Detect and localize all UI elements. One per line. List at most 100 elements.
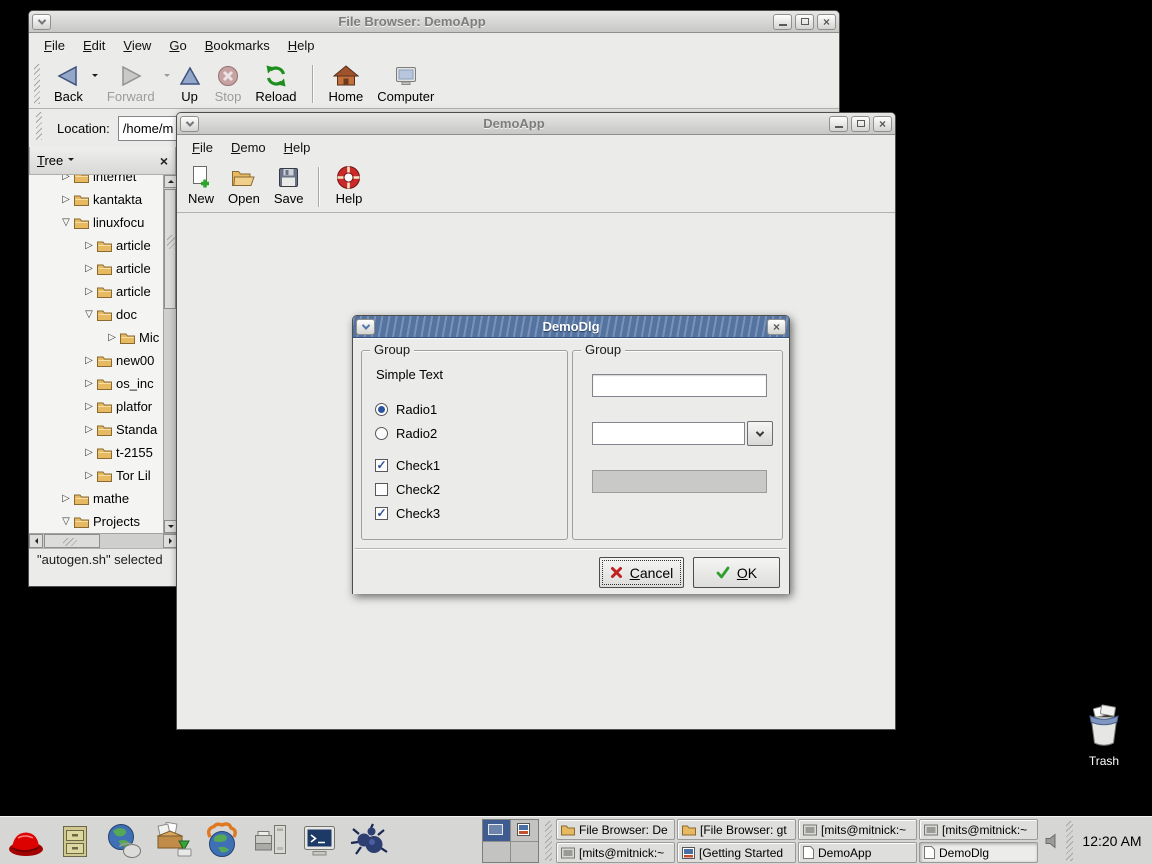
tree-expander-closed-icon[interactable]: ▷ xyxy=(82,263,96,274)
menu-demo[interactable]: Demo xyxy=(222,137,275,158)
close-button[interactable]: × xyxy=(873,116,892,132)
file-browser-titlebar[interactable]: File Browser: DemoApp × xyxy=(29,11,839,33)
launcher-web-browser-icon[interactable] xyxy=(104,821,144,861)
task-button-file-browser-de[interactable]: File Browser: De xyxy=(556,819,675,840)
menu-edit[interactable]: Edit xyxy=(74,35,114,56)
tree-expander-closed-icon[interactable]: ▷ xyxy=(82,447,96,458)
tree-item-standa[interactable]: ▷Standa xyxy=(29,418,164,441)
close-button[interactable]: × xyxy=(817,14,836,30)
toolbar-home-button[interactable]: Home xyxy=(322,61,371,105)
toolbar-new-button[interactable]: New xyxy=(181,163,221,207)
trash-desktop-icon[interactable]: Trash xyxy=(1078,704,1130,768)
tree-item-new00[interactable]: ▷new00 xyxy=(29,349,164,372)
window-menu-button[interactable] xyxy=(180,116,199,132)
desktop[interactable]: File Browser: DemoApp × FileEditViewGoBo… xyxy=(0,0,1152,864)
toolbar-up-button[interactable]: Up xyxy=(172,61,208,105)
close-button[interactable]: × xyxy=(767,319,786,335)
scroll-up-button[interactable] xyxy=(164,175,176,188)
workspace-1[interactable] xyxy=(483,820,510,841)
demoapp-titlebar[interactable]: DemoApp × xyxy=(177,113,895,135)
tree-expander-closed-icon[interactable]: ▷ xyxy=(59,194,73,205)
toolbar-drag-handle[interactable] xyxy=(34,64,40,104)
task-button--file-browser-gt[interactable]: [File Browser: gt xyxy=(677,819,796,840)
tree-item-projects[interactable]: ▽Projects xyxy=(29,510,164,533)
launcher-terminal-icon[interactable] xyxy=(300,821,340,861)
combo-entry[interactable] xyxy=(592,422,745,445)
checkbox-check2[interactable]: Check2 xyxy=(375,477,440,501)
tree-vertical-scrollbar[interactable] xyxy=(163,175,176,533)
side-pane-selector[interactable]: Tree xyxy=(37,153,63,168)
tree-item-platfor[interactable]: ▷platfor xyxy=(29,395,164,418)
tree-item-article[interactable]: ▷article xyxy=(29,234,164,257)
tree-expander-closed-icon[interactable]: ▷ xyxy=(82,286,96,297)
tree-item-tor lil[interactable]: ▷Tor Lil xyxy=(29,464,164,487)
tree-expander-open-icon[interactable]: ▽ xyxy=(59,516,73,527)
tree-expander-closed-icon[interactable]: ▷ xyxy=(105,332,119,343)
tree-item-article[interactable]: ▷article xyxy=(29,280,164,303)
tree-expander-closed-icon[interactable]: ▷ xyxy=(82,401,96,412)
side-pane-selector-arrow-icon[interactable] xyxy=(68,158,74,164)
window-menu-button[interactable] xyxy=(32,14,51,30)
menu-help[interactable]: Help xyxy=(279,35,324,56)
tree-item-os_inc[interactable]: ▷os_inc xyxy=(29,372,164,395)
cancel-button[interactable]: Cancel xyxy=(599,557,684,588)
scroll-right-button[interactable] xyxy=(163,534,177,548)
task-button--mits-mitnick-[interactable]: [mits@mitnick:~ xyxy=(556,842,675,863)
panel-drag-handle[interactable] xyxy=(545,821,552,861)
workspace-3[interactable] xyxy=(483,842,510,863)
tree-expander-open-icon[interactable]: ▽ xyxy=(59,217,73,228)
tree-expander-open-icon[interactable]: ▽ xyxy=(82,309,96,320)
tree-expander-closed-icon[interactable]: ▷ xyxy=(82,240,96,251)
tree-expander-closed-icon[interactable]: ▷ xyxy=(82,424,96,435)
tree-expander-closed-icon[interactable]: ▷ xyxy=(59,175,73,182)
toolbar-open-button[interactable]: Open xyxy=(221,163,267,207)
menu-view[interactable]: View xyxy=(114,35,160,56)
location-bar-drag-handle[interactable] xyxy=(36,112,42,140)
combo-dropdown-button[interactable] xyxy=(747,421,773,446)
workspace-2[interactable] xyxy=(511,820,538,841)
toolbar-save-button[interactable]: Save xyxy=(267,163,311,207)
tree-expander-closed-icon[interactable]: ▷ xyxy=(82,378,96,389)
tree-item-t-2155[interactable]: ▷t-2155 xyxy=(29,441,164,464)
checkbox-check3[interactable]: ✓Check3 xyxy=(375,501,440,525)
launcher-mozilla-browser-icon[interactable] xyxy=(202,821,242,861)
menu-bookmarks[interactable]: Bookmarks xyxy=(196,35,279,56)
menu-file[interactable]: File xyxy=(35,35,74,56)
workspace-4[interactable] xyxy=(511,842,538,863)
toolbar-back-button[interactable]: Back xyxy=(47,61,90,105)
tree-item-doc[interactable]: ▽doc xyxy=(29,303,164,326)
toolbar-reload-button[interactable]: Reload xyxy=(248,61,303,105)
scrollbar-thumb[interactable] xyxy=(164,189,176,309)
combo-box[interactable] xyxy=(592,421,773,446)
tree-item-kantakta[interactable]: ▷kantakta xyxy=(29,188,164,211)
volume-icon[interactable] xyxy=(1044,833,1061,854)
scroll-down-button[interactable] xyxy=(164,520,176,533)
launcher-package-manager-icon[interactable] xyxy=(153,821,193,861)
menu-file[interactable]: File xyxy=(183,137,222,158)
tree-item-mathe[interactable]: ▷mathe xyxy=(29,487,164,510)
checkbox-check1[interactable]: ✓Check1 xyxy=(375,453,440,477)
task-button-demoapp[interactable]: DemoApp xyxy=(798,842,917,863)
radio-radio1[interactable]: Radio1 xyxy=(375,397,437,421)
tree-horizontal-scrollbar[interactable] xyxy=(29,533,177,548)
tree-expander-closed-icon[interactable]: ▷ xyxy=(59,493,73,504)
scroll-left-button[interactable] xyxy=(29,534,43,548)
radio-radio2[interactable]: Radio2 xyxy=(375,421,437,445)
launcher-printer-config-icon[interactable] xyxy=(251,821,291,861)
launcher-red-hat-menu-icon[interactable] xyxy=(6,821,46,861)
window-menu-button[interactable] xyxy=(356,319,375,335)
toolbar-computer-button[interactable]: Computer xyxy=(370,61,441,105)
demodlg-titlebar[interactable]: DemoDlg × xyxy=(353,316,789,338)
side-pane-close-icon[interactable]: × xyxy=(160,154,168,168)
task-button-demodlg[interactable]: DemoDlg xyxy=(919,842,1038,863)
minimize-button[interactable] xyxy=(829,116,848,132)
task-button--mits-mitnick-[interactable]: [mits@mitnick:~ xyxy=(919,819,1038,840)
maximize-button[interactable] xyxy=(795,14,814,30)
tree-expander-closed-icon[interactable]: ▷ xyxy=(82,355,96,366)
tree-expander-closed-icon[interactable]: ▷ xyxy=(82,470,96,481)
tree-item-linuxfocu[interactable]: ▽linuxfocu xyxy=(29,211,164,234)
clock[interactable]: 12:20 AM xyxy=(1072,817,1152,864)
tree-item-article[interactable]: ▷article xyxy=(29,257,164,280)
text-input[interactable] xyxy=(592,374,767,397)
task-button--mits-mitnick-[interactable]: [mits@mitnick:~ xyxy=(798,819,917,840)
